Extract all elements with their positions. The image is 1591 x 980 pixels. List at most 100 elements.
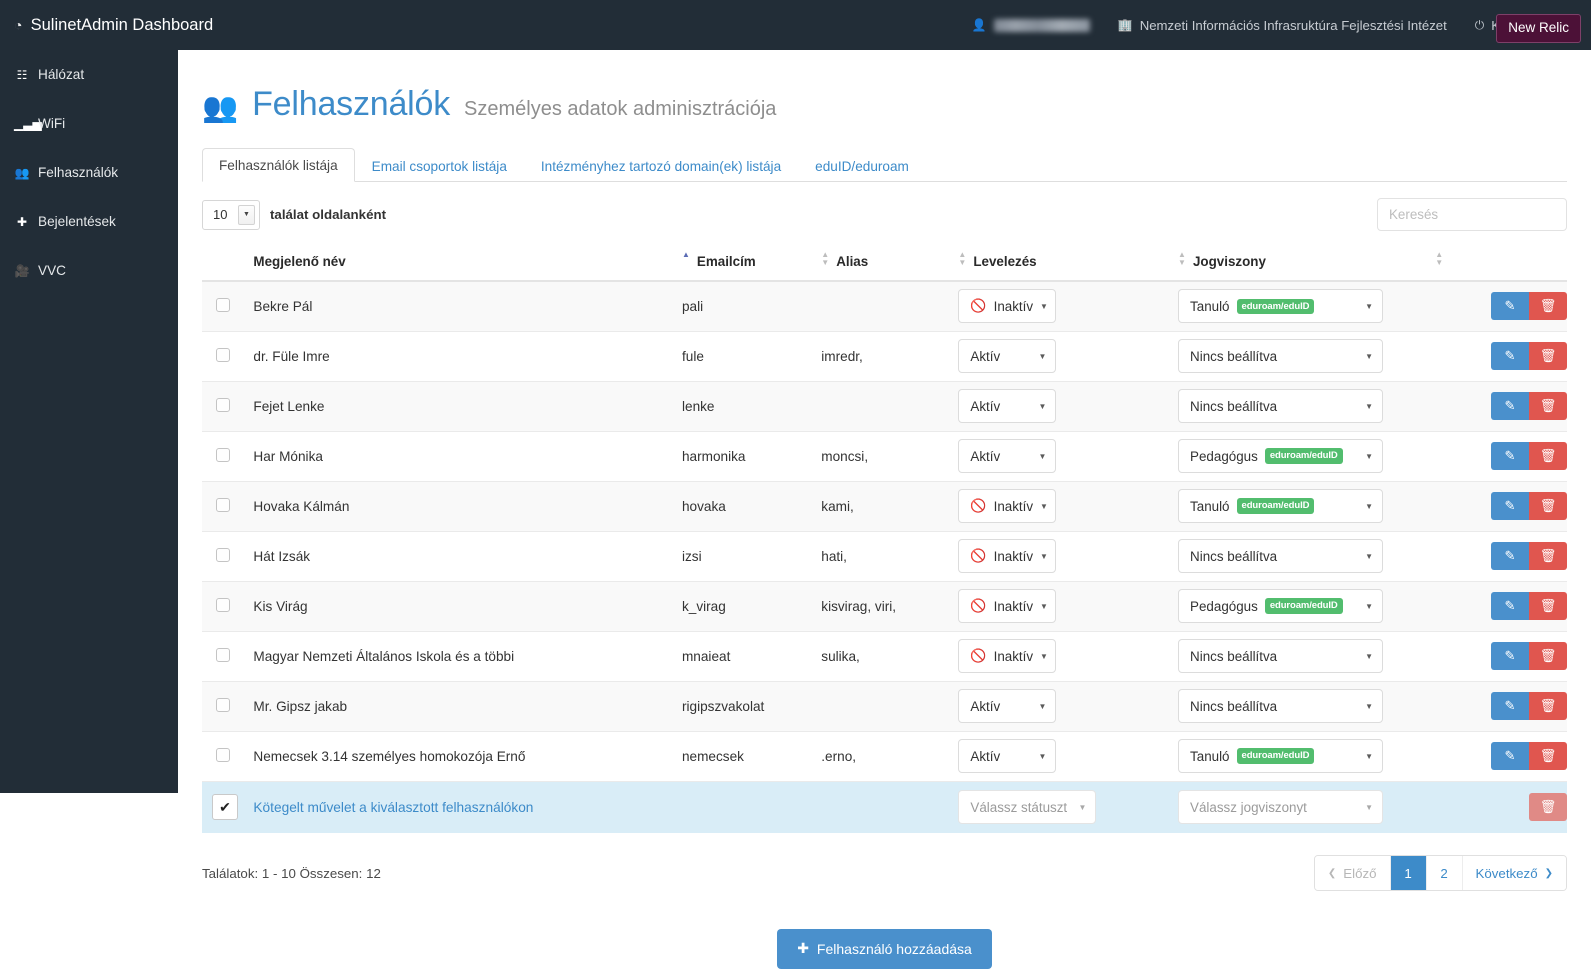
chevron-down-icon: ▼ <box>1040 602 1048 611</box>
new-relic-badge[interactable]: New Relic <box>1496 14 1581 43</box>
bulk-status-select[interactable]: Válassz státuszt▼ <box>958 790 1096 824</box>
row-checkbox[interactable] <box>216 398 230 412</box>
delete-button[interactable]: 🗑 <box>1529 292 1567 320</box>
jogviszony-value: Nincs beállítva <box>1190 399 1277 414</box>
jogviszony-select[interactable]: Nincs beállítva▼ <box>1178 639 1383 673</box>
delete-button[interactable]: 🗑 <box>1529 442 1567 470</box>
bulk-role-select[interactable]: Válassz jogviszonyt▼ <box>1178 790 1383 824</box>
row-checkbox[interactable] <box>216 548 230 562</box>
delete-button[interactable]: 🗑 <box>1529 342 1567 370</box>
trash-icon: 🗑 <box>1540 398 1557 414</box>
tab-felhasznalok-listaja[interactable]: Felhasználók listája <box>202 148 355 182</box>
table-row: Nemecsek 3.14 személyes homokozója Ernőn… <box>202 731 1567 781</box>
jogviszony-select[interactable]: Pedagóguseduroam/eduID▼ <box>1178 589 1383 623</box>
delete-button[interactable]: 🗑 <box>1529 492 1567 520</box>
pagination-page-2[interactable]: 2 <box>1427 856 1463 890</box>
ban-icon: 🚫 <box>970 548 986 564</box>
cell-actions: ✎🗑 <box>1435 431 1567 481</box>
jogviszony-select[interactable]: Tanulóeduroam/eduID▼ <box>1178 289 1383 323</box>
row-checkbox[interactable] <box>216 348 230 362</box>
jogviszony-select[interactable]: Tanulóeduroam/eduID▼ <box>1178 489 1383 523</box>
sidebar-item-felhasznalok[interactable]: 👥 Felhasználók <box>0 148 178 197</box>
sidebar-item-wifi[interactable]: ▁▃▅ WiFi <box>0 99 178 148</box>
page-length-select[interactable]: 10 ▼ <box>202 200 260 230</box>
pagination-prev[interactable]: ❮ Előző <box>1315 856 1391 890</box>
cell-alias <box>821 681 958 731</box>
col-emailcim[interactable]: ▲▼Emailcím <box>682 243 821 281</box>
delete-button[interactable]: 🗑 <box>1529 742 1567 770</box>
levelezes-select[interactable]: Aktív▼ <box>958 439 1056 473</box>
bulk-select-cell: ✔ <box>202 781 253 833</box>
levelezes-select[interactable]: 🚫Inaktív▼ <box>958 489 1056 523</box>
chevron-down-icon: ▼ <box>1365 452 1373 461</box>
trash-icon: 🗑 <box>1540 799 1557 815</box>
edit-button[interactable]: ✎ <box>1491 392 1529 420</box>
jogviszony-select[interactable]: Nincs beállítva▼ <box>1178 339 1383 373</box>
row-checkbox[interactable] <box>216 448 230 462</box>
delete-button[interactable]: 🗑 <box>1529 392 1567 420</box>
edit-button[interactable]: ✎ <box>1491 342 1529 370</box>
edit-button[interactable]: ✎ <box>1491 742 1529 770</box>
row-checkbox[interactable] <box>216 698 230 712</box>
levelezes-select[interactable]: 🚫Inaktív▼ <box>958 289 1056 323</box>
col-jogviszony[interactable]: ▲▼Jogviszony <box>1178 243 1435 281</box>
pagination-page-1[interactable]: 1 <box>1391 856 1427 890</box>
institution-item[interactable]: 🏢 Nemzeti Információs Infrasruktúra Fejl… <box>1118 18 1447 33</box>
edit-button[interactable]: ✎ <box>1491 542 1529 570</box>
cell-actions: ✎🗑 <box>1435 381 1567 431</box>
bulk-select-all-checkbox[interactable]: ✔ <box>212 794 238 820</box>
levelezes-select[interactable]: Aktív▼ <box>958 689 1056 723</box>
levelezes-select[interactable]: Aktív▼ <box>958 739 1056 773</box>
col-actions[interactable]: ▲▼ <box>1435 243 1567 281</box>
brand[interactable]: ◔ SulinetAdmin Dashboard <box>0 16 178 35</box>
levelezes-value: Inaktív <box>994 599 1033 614</box>
bulk-action-label[interactable]: Kötegelt művelet a kiválasztott felhaszn… <box>253 800 533 815</box>
col-megjeleno-nev[interactable]: Megjelenő név <box>253 243 682 281</box>
user-menu[interactable]: 👤 <box>972 18 1090 32</box>
row-checkbox[interactable] <box>216 298 230 312</box>
delete-button[interactable]: 🗑 <box>1529 642 1567 670</box>
col-alias[interactable]: ▲▼Alias <box>821 243 958 281</box>
tab-email-csoportok[interactable]: Email csoportok listája <box>355 149 524 182</box>
edit-button[interactable]: ✎ <box>1491 692 1529 720</box>
levelezes-select[interactable]: 🚫Inaktív▼ <box>958 639 1056 673</box>
col-levelezes[interactable]: ▲▼Levelezés <box>958 243 1178 281</box>
edit-button[interactable]: ✎ <box>1491 592 1529 620</box>
tab-eduid-eduroam[interactable]: eduID/eduroam <box>798 149 926 182</box>
cell-alias: sulika, <box>821 631 958 681</box>
delete-button[interactable]: 🗑 <box>1529 592 1567 620</box>
sidebar-item-vvc[interactable]: 🎥 VVC <box>0 246 178 295</box>
search-input[interactable] <box>1377 198 1567 231</box>
bulk-delete-button[interactable]: 🗑 <box>1529 793 1567 821</box>
row-checkbox[interactable] <box>216 498 230 512</box>
levelezes-select[interactable]: Aktív▼ <box>958 339 1056 373</box>
tab-domainek[interactable]: Intézményhez tartozó domain(ek) listája <box>524 149 798 182</box>
row-actions: ✎🗑 <box>1435 742 1567 770</box>
jogviszony-select[interactable]: Tanulóeduroam/eduID▼ <box>1178 739 1383 773</box>
levelezes-value: Inaktív <box>994 549 1033 564</box>
jogviszony-select[interactable]: Pedagóguseduroam/eduID▼ <box>1178 439 1383 473</box>
jogviszony-select[interactable]: Nincs beállítva▼ <box>1178 689 1383 723</box>
sidebar-item-halozat[interactable]: ☷ Hálózat <box>0 50 178 99</box>
jogviszony-select[interactable]: Nincs beállítva▼ <box>1178 389 1383 423</box>
pagination-next[interactable]: Következő ❯ <box>1463 856 1566 890</box>
cell-levelezes: Aktív▼ <box>958 681 1178 731</box>
delete-button[interactable]: 🗑 <box>1529 542 1567 570</box>
levelezes-select[interactable]: 🚫Inaktív▼ <box>958 589 1056 623</box>
ban-icon: 🚫 <box>970 648 986 664</box>
edit-button[interactable]: ✎ <box>1491 442 1529 470</box>
edit-button[interactable]: ✎ <box>1491 642 1529 670</box>
jogviszony-select[interactable]: Nincs beállítva▼ <box>1178 539 1383 573</box>
levelezes-select[interactable]: Aktív▼ <box>958 389 1056 423</box>
add-user-button[interactable]: ✚ Felhasználó hozzáadása <box>777 929 992 969</box>
row-checkbox[interactable] <box>216 748 230 762</box>
edit-button[interactable]: ✎ <box>1491 492 1529 520</box>
row-checkbox[interactable] <box>216 648 230 662</box>
chevron-down-icon: ▼ <box>1040 502 1048 511</box>
pencil-icon: ✎ <box>1505 548 1516 564</box>
edit-button[interactable]: ✎ <box>1491 292 1529 320</box>
sidebar-item-bejelentesek[interactable]: ✚ Bejelentések <box>0 197 178 246</box>
levelezes-select[interactable]: 🚫Inaktív▼ <box>958 539 1056 573</box>
delete-button[interactable]: 🗑 <box>1529 692 1567 720</box>
row-checkbox[interactable] <box>216 598 230 612</box>
